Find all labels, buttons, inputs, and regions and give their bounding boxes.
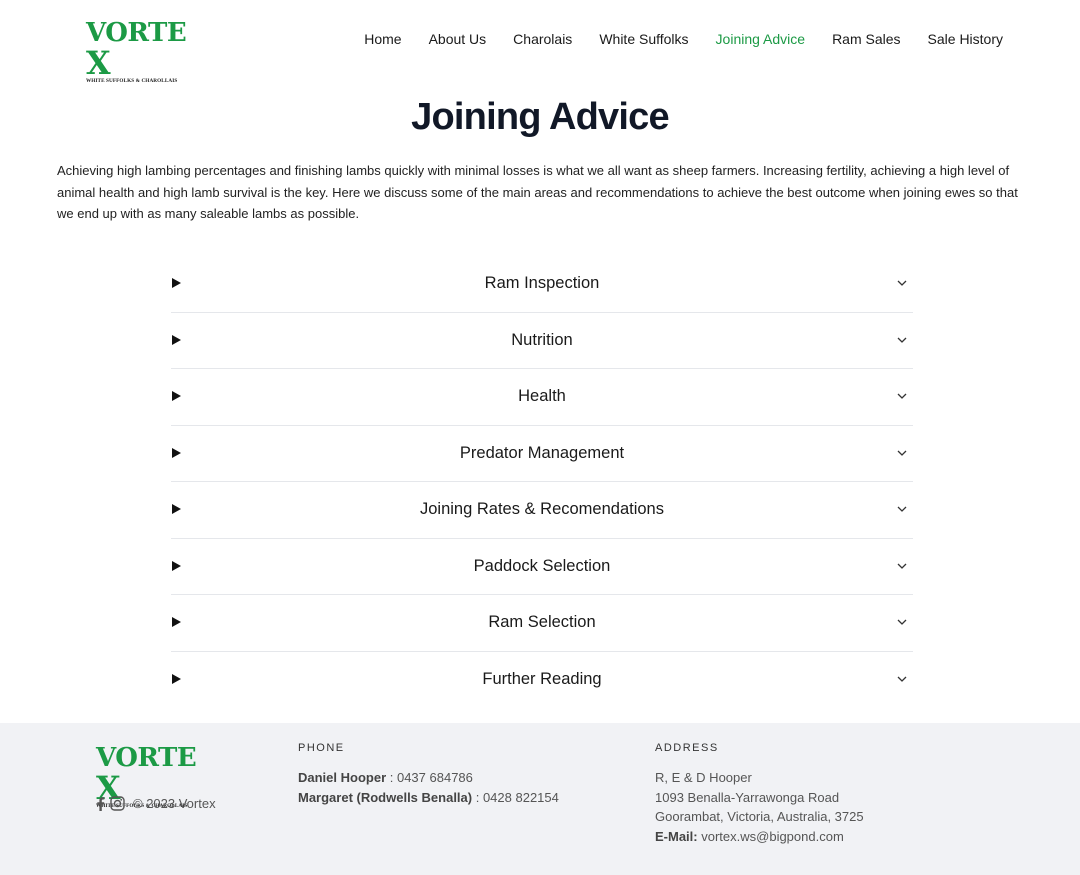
chevron-down-icon: [897, 450, 907, 456]
nav-link-joining-advice[interactable]: Joining Advice: [716, 31, 806, 47]
copyright-text: © 2023 Vortex: [133, 796, 216, 811]
phone-number-link[interactable]: 0428 822154: [483, 790, 559, 805]
accordion-item-label: Predator Management: [459, 443, 625, 462]
accordion-item-further-reading[interactable]: Further Reading: [171, 652, 913, 709]
separator: :: [472, 789, 483, 805]
chevron-down-icon: [897, 506, 907, 512]
address-heading: ADDRESS: [655, 742, 719, 754]
chevron-down-icon: [897, 563, 907, 569]
nav-link-about-us[interactable]: About Us: [429, 31, 487, 47]
accordion-item-ram-inspection[interactable]: Ram Inspection: [171, 256, 913, 313]
logo-wordmark: VORTEX: [86, 18, 187, 82]
site-header: VORTEX WHITE SUFFOLKS & CHAROLLAIS Home …: [0, 0, 1080, 83]
accordion-item-label: Nutrition: [511, 330, 573, 349]
phone-contact: Margaret (Rodwells Benalla) : 0428 82215…: [298, 788, 559, 808]
email-label: E-Mail:: [655, 829, 698, 845]
facebook-icon[interactable]: [96, 796, 105, 811]
instagram-icon[interactable]: [110, 796, 125, 811]
chevron-down-icon: [897, 337, 907, 343]
separator: :: [386, 770, 397, 785]
chevron-down-icon: [897, 393, 907, 399]
advice-accordion: Ram Inspection Nutrition Health Predator…: [171, 256, 913, 708]
footer-address-column: ADDRESS R, E & D Hooper 1093 Benalla-Yar…: [655, 742, 864, 847]
site-logo[interactable]: VORTEX WHITE SUFFOLKS & CHAROLLAIS: [86, 20, 192, 84]
accordion-item-label: Joining Rates & Recomendations: [420, 500, 664, 518]
footer-phone-column: PHONE Daniel Hooper : 0437 684786 Margar…: [298, 742, 559, 807]
accordion-item-label: Health: [518, 387, 566, 405]
page-title: Joining Advice: [411, 96, 669, 138]
accordion-item-joining-rates[interactable]: Joining Rates & Recomendations: [171, 482, 913, 539]
address-line: Goorambat, Victoria, Australia, 3725: [655, 809, 864, 825]
accordion-item-predator-management[interactable]: Predator Management: [171, 426, 913, 482]
email-line: E-Mail: vortex.ws@bigpond.com: [655, 827, 864, 847]
accordion-item-label: Paddock Selection: [473, 556, 611, 575]
social-links: [96, 796, 125, 811]
accordion-item-health[interactable]: Health: [171, 369, 913, 426]
accordion-item-label: Ram Selection: [488, 613, 596, 631]
accordion-item-nutrition[interactable]: Nutrition: [171, 313, 913, 369]
accordion-item-ram-selection[interactable]: Ram Selection: [171, 595, 913, 652]
address-line: 1093 Benalla-Yarrawonga Road: [655, 789, 840, 805]
nav-link-home[interactable]: Home: [364, 31, 401, 47]
phone-contact: Daniel Hooper : 0437 684786: [298, 768, 559, 788]
accordion-item-label: Ram Inspection: [484, 274, 600, 292]
contact-name: Margaret (Rodwells Benalla): [298, 789, 473, 805]
chevron-down-icon: [897, 619, 907, 625]
address-line: R, E & D Hooper: [655, 770, 752, 785]
nav-link-charolais[interactable]: Charolais: [513, 31, 572, 47]
nav-link-sale-history[interactable]: Sale History: [928, 31, 1003, 47]
nav-link-white-suffolks[interactable]: White Suffolks: [599, 31, 688, 47]
phone-number-link[interactable]: 0437 684786: [397, 770, 473, 785]
contact-name: Daniel Hooper: [298, 770, 387, 785]
logo-wordmark: VORTEX: [96, 743, 197, 807]
chevron-down-icon: [897, 676, 907, 682]
email-link[interactable]: vortex.ws@bigpond.com: [698, 829, 844, 844]
chevron-down-icon: [897, 280, 907, 286]
nav-link-ram-sales[interactable]: Ram Sales: [832, 31, 900, 47]
phone-heading: PHONE: [298, 742, 345, 754]
intro-paragraph: Achieving high lambing percentages and f…: [57, 163, 1018, 221]
main-nav: Home About Us Charolais White Suffolks J…: [337, 31, 1003, 47]
accordion-item-paddock-selection[interactable]: Paddock Selection: [171, 539, 913, 595]
accordion-item-label: Further Reading: [482, 669, 602, 688]
